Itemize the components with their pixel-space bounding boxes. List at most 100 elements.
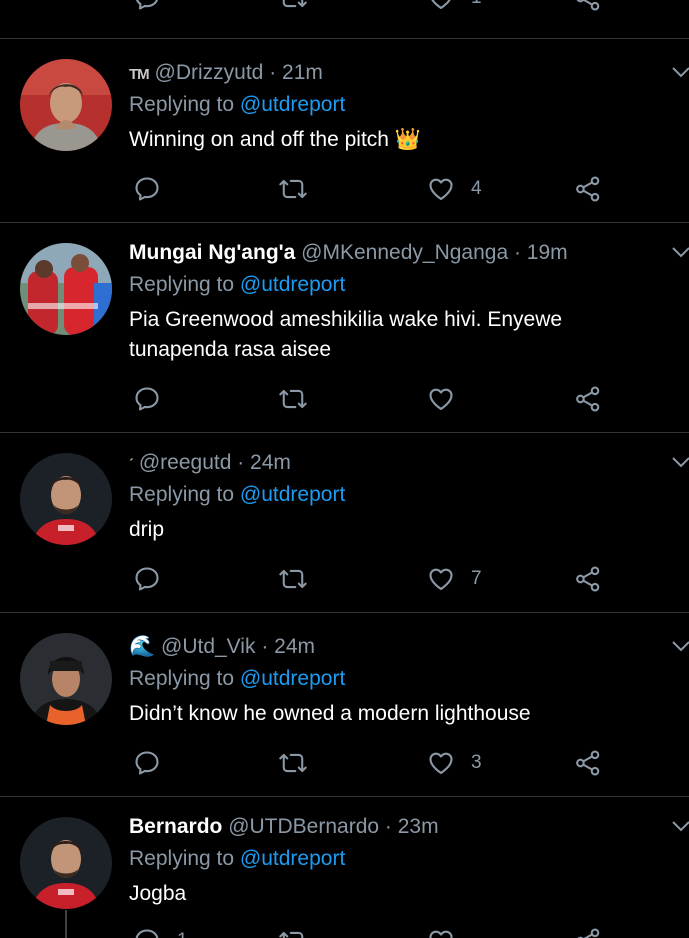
replying-to: Replying to @utdreport [129,273,346,296]
handle[interactable]: @Drizzyutd [155,61,264,84]
retweet-button[interactable] [278,169,308,209]
reply-icon [135,177,159,201]
tweet[interactable]: TM @Drizzyutd · 21m Replying to @utdrepo… [0,39,689,223]
like-button[interactable]: 3 [427,743,482,783]
mention-link[interactable]: @utdreport [240,273,345,296]
handle[interactable]: @Utd_Vik [161,635,255,658]
name-badge: ˊ [129,456,134,473]
retweet-icon [282,0,307,8]
share-icon [577,928,600,938]
retweet-button[interactable] [278,559,308,599]
like-button[interactable]: 4 [427,169,482,209]
chevron-down-icon[interactable] [671,65,689,79]
like-button[interactable]: 7 [427,559,482,599]
reply-icon [135,567,159,591]
chevron-down-icon[interactable] [671,639,689,653]
replying-to: Replying to @utdreport [129,93,346,116]
reply-icon [135,751,159,775]
reply-icon [135,929,159,938]
reply-icon [135,0,158,10]
reply-button[interactable] [133,743,161,783]
tweet-text: Pia Greenwood ameshikilia wake hivi. Eny… [129,308,563,361]
reply-button[interactable] [133,559,161,599]
share-button[interactable] [574,169,602,209]
tweet-feed: 1 TM @Drizzyutd · 21m Replying to @ut [0,0,689,938]
retweet-button[interactable] [278,743,308,783]
retweet-icon [279,389,307,409]
tweet-text: Didn’t know he owned a modern lighthouse [129,702,531,725]
avatar[interactable] [20,59,112,151]
tweet[interactable]: 🌊 @Utd_Vik · 24m Replying to @utdreport … [0,613,689,797]
like-button[interactable]: 1 [427,0,482,18]
share-button[interactable] [574,0,602,18]
reply-button[interactable] [133,169,161,209]
tweet-actions: 3 [0,743,689,783]
handle[interactable]: @reegutd [139,451,232,474]
avatar[interactable] [20,817,112,909]
tweet-header: Bernardo @UTDBernardo · 23m [129,813,439,841]
mention-link[interactable]: @utdreport [240,93,345,116]
reply-button[interactable] [133,379,161,419]
mention-link[interactable]: @utdreport [240,667,345,690]
timestamp: · 23m [384,815,439,838]
like-button[interactable] [427,379,455,419]
heart-icon [429,930,453,938]
like-count: 7 [471,568,482,589]
tweet-text: drip [129,518,165,541]
share-icon [576,566,600,592]
retweet-button[interactable] [278,921,308,938]
display-name[interactable]: Bernardo [129,815,222,838]
retweet-icon [279,931,304,938]
tweet-header: Mungai Ng'ang'a @MKennedy_Nganga · 19m [129,239,568,267]
retweet-icon [279,569,307,589]
tweet-actions [0,379,689,419]
display-name[interactable]: Mungai Ng'ang'a [129,241,295,264]
heart-icon [429,752,453,774]
reply-icon [135,387,159,411]
tweet-header: ˊ @reegutd · 24m [129,449,291,479]
tweet[interactable]: Bernardo @UTDBernardo · 23m Replying to … [0,797,689,938]
chevron-down-icon[interactable] [671,455,689,469]
tweet-text: Jogba [129,882,187,905]
tweet-actions: 4 [0,169,689,209]
share-button[interactable] [574,379,602,419]
timestamp: · 24m [237,451,291,474]
share-icon [576,0,600,11]
like-button[interactable] [427,921,455,938]
mention-link[interactable]: @utdreport [240,847,345,870]
timestamp: · 24m [261,635,316,658]
reply-count: 1 [177,930,188,938]
retweet-button[interactable] [278,379,308,419]
chevron-down-icon[interactable] [671,245,689,259]
handle[interactable]: @MKennedy_Nganga [301,241,508,264]
share-button[interactable] [574,921,602,938]
chevron-down-icon[interactable] [671,819,689,833]
reply-button[interactable]: 1 [133,921,188,938]
heart-icon [429,568,453,590]
name-badge: TM [129,66,150,83]
timestamp: · 21m [269,61,323,84]
share-icon [576,176,600,202]
tweet-text: Winning on and off the pitch 👑 [129,128,421,151]
handle[interactable]: @UTDBernardo [228,815,379,838]
retweet-button[interactable] [278,0,308,18]
tweet-header: TM @Drizzyutd · 21m [129,59,323,89]
heart-icon [431,0,451,9]
like-count: 4 [471,178,482,199]
avatar[interactable] [20,453,112,545]
timestamp: · 19m [513,241,568,264]
replying-to: Replying to @utdreport [129,667,346,690]
share-icon [576,750,600,776]
avatar[interactable] [20,633,112,725]
tweet[interactable]: Mungai Ng'ang'a @MKennedy_Nganga · 19m R… [0,223,689,433]
mention-link[interactable]: @utdreport [240,483,345,506]
like-count: 3 [471,752,482,773]
replying-to: Replying to @utdreport [129,483,346,506]
avatar[interactable] [20,243,112,335]
share-button[interactable] [574,559,602,599]
share-button[interactable] [574,743,602,783]
thread-line [65,910,67,938]
tweet[interactable]: ˊ @reegutd · 24m Replying to @utdreport … [0,433,689,613]
replying-to: Replying to @utdreport [129,847,346,870]
reply-button[interactable] [133,0,161,18]
